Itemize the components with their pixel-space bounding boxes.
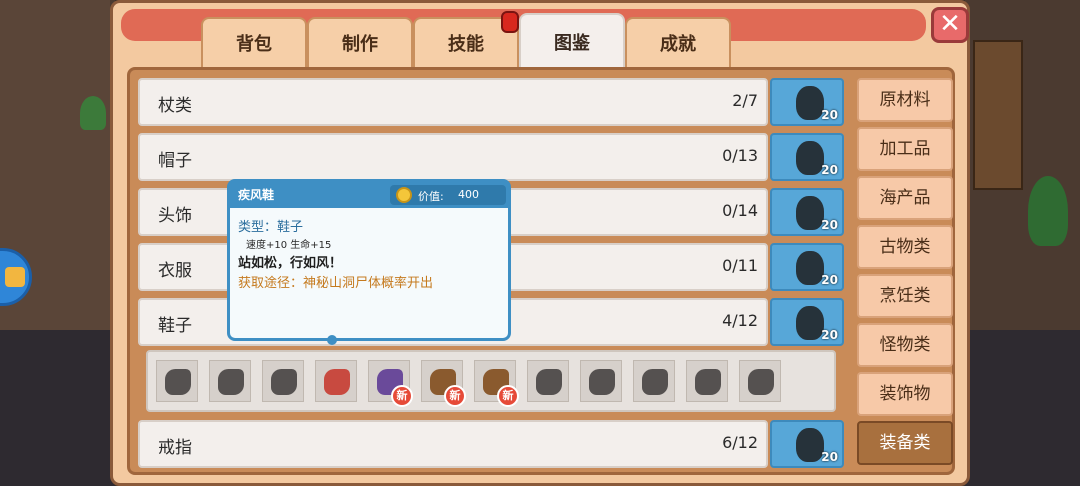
tab-backpack[interactable]: 背包 — [201, 17, 307, 69]
new-badge: 新 — [444, 385, 466, 407]
row-bar — [138, 133, 768, 181]
price-label: 价值: — [418, 190, 444, 203]
tall-boot-icon — [695, 369, 721, 395]
row-name: 帽子 — [158, 151, 192, 171]
tooltip-description: 站如松，行如风！ — [238, 256, 343, 271]
boot-icon — [589, 369, 615, 395]
boot-icon — [642, 369, 668, 395]
item-slot[interactable] — [633, 360, 675, 402]
tooltip-stats: 速度+10 生命+15 — [246, 240, 332, 251]
tooltip-header: 疾风鞋 价值: 400 — [230, 182, 508, 208]
row-count: 4/12 — [722, 311, 758, 330]
floor — [0, 330, 115, 486]
close-button[interactable]: ✕ — [931, 7, 969, 43]
row-count: 0/14 — [722, 201, 758, 220]
reward-slot[interactable]: 20 — [770, 188, 844, 236]
item-slot[interactable] — [262, 360, 304, 402]
category-cooking[interactable]: 烹饪类 — [857, 274, 953, 318]
row-name: 杖类 — [158, 96, 192, 116]
item-grid: 新 新 新 — [146, 350, 836, 412]
price-value: 400 — [458, 188, 479, 201]
menu-icon — [5, 267, 25, 287]
boot-icon — [165, 369, 191, 395]
item-slot[interactable] — [527, 360, 569, 402]
red-shoe-icon — [324, 369, 350, 395]
item-slot[interactable] — [209, 360, 251, 402]
row-count: 0/11 — [722, 256, 758, 275]
item-slot[interactable] — [686, 360, 728, 402]
item-slot[interactable]: 新 — [474, 360, 519, 407]
row-count: 6/12 — [722, 433, 758, 452]
boot-icon — [536, 369, 562, 395]
item-slot[interactable]: 新 — [368, 360, 413, 407]
category-antiques[interactable]: 古物类 — [857, 225, 953, 269]
row-name: 戒指 — [158, 438, 192, 458]
category-processed[interactable]: 加工品 — [857, 127, 953, 171]
row-name: 鞋子 — [158, 316, 192, 336]
reward-count: 20 — [821, 108, 838, 122]
coin-icon — [396, 187, 412, 203]
boot-icon — [218, 369, 244, 395]
tooltip-pointer — [327, 335, 337, 345]
gem-icon — [796, 196, 824, 230]
reward-slot[interactable]: 20 — [770, 243, 844, 291]
item-slot[interactable] — [156, 360, 198, 402]
category-equipment[interactable]: 装备类 — [857, 421, 953, 465]
notification-dot — [501, 11, 519, 33]
item-slot[interactable] — [580, 360, 622, 402]
row-name: 头饰 — [158, 206, 192, 226]
item-slot[interactable] — [315, 360, 357, 402]
tooltip-item-name: 疾风鞋 — [238, 188, 275, 202]
gem-icon — [796, 141, 824, 175]
reward-slot[interactable]: 20 — [770, 133, 844, 181]
row-name: 衣服 — [158, 261, 192, 281]
reward-slot[interactable]: 20 — [770, 298, 844, 346]
tab-collection[interactable]: 图鉴 — [519, 13, 625, 71]
shelf — [973, 40, 1023, 190]
item-tooltip: 疾风鞋 价值: 400 类型：鞋子 速度+10 生命+15 站如松，行如风！ 获… — [227, 179, 511, 345]
reward-count: 20 — [821, 273, 838, 287]
game-background-right — [965, 0, 1080, 486]
floor — [965, 330, 1080, 486]
gem-icon — [796, 251, 824, 285]
reward-count: 20 — [821, 218, 838, 232]
row-bar — [138, 420, 768, 468]
item-slot[interactable] — [739, 360, 781, 402]
flower-pot-icon — [80, 96, 106, 130]
category-decorations[interactable]: 装饰物 — [857, 372, 953, 416]
gem-icon — [796, 86, 824, 120]
list-row[interactable]: 戒指 6/12 20 — [138, 420, 844, 468]
gem-icon — [796, 306, 824, 340]
reward-count: 20 — [821, 328, 838, 342]
plant-icon — [1028, 176, 1068, 246]
reward-count: 20 — [821, 163, 838, 177]
tab-crafting[interactable]: 制作 — [307, 17, 413, 69]
list-row[interactable]: 杖类 2/7 20 — [138, 78, 844, 126]
tooltip-source: 获取途径：神秘山洞尸体概率开出 — [238, 276, 434, 291]
shoe-icon — [271, 369, 297, 395]
list-row[interactable]: 帽子 0/13 20 — [138, 133, 844, 181]
price-box: 价值: 400 — [390, 185, 506, 205]
shoe-icon — [748, 369, 774, 395]
item-slot[interactable]: 新 — [421, 360, 466, 407]
gem-icon — [796, 428, 824, 462]
reward-count: 20 — [821, 450, 838, 464]
tooltip-type: 类型：鞋子 — [238, 220, 304, 235]
game-background-left — [0, 0, 115, 486]
reward-slot[interactable]: 20 — [770, 420, 844, 468]
tab-achievements[interactable]: 成就 — [625, 17, 731, 69]
category-monsters[interactable]: 怪物类 — [857, 323, 953, 367]
new-badge: 新 — [391, 385, 413, 407]
row-count: 0/13 — [722, 146, 758, 165]
tab-bar: 背包 制作 技能 图鉴 成就 — [201, 13, 731, 71]
row-bar — [138, 78, 768, 126]
row-count: 2/7 — [732, 91, 758, 110]
reward-slot[interactable]: 20 — [770, 78, 844, 126]
new-badge: 新 — [497, 385, 519, 407]
category-raw-materials[interactable]: 原材料 — [857, 78, 953, 122]
category-seafood[interactable]: 海产品 — [857, 176, 953, 220]
